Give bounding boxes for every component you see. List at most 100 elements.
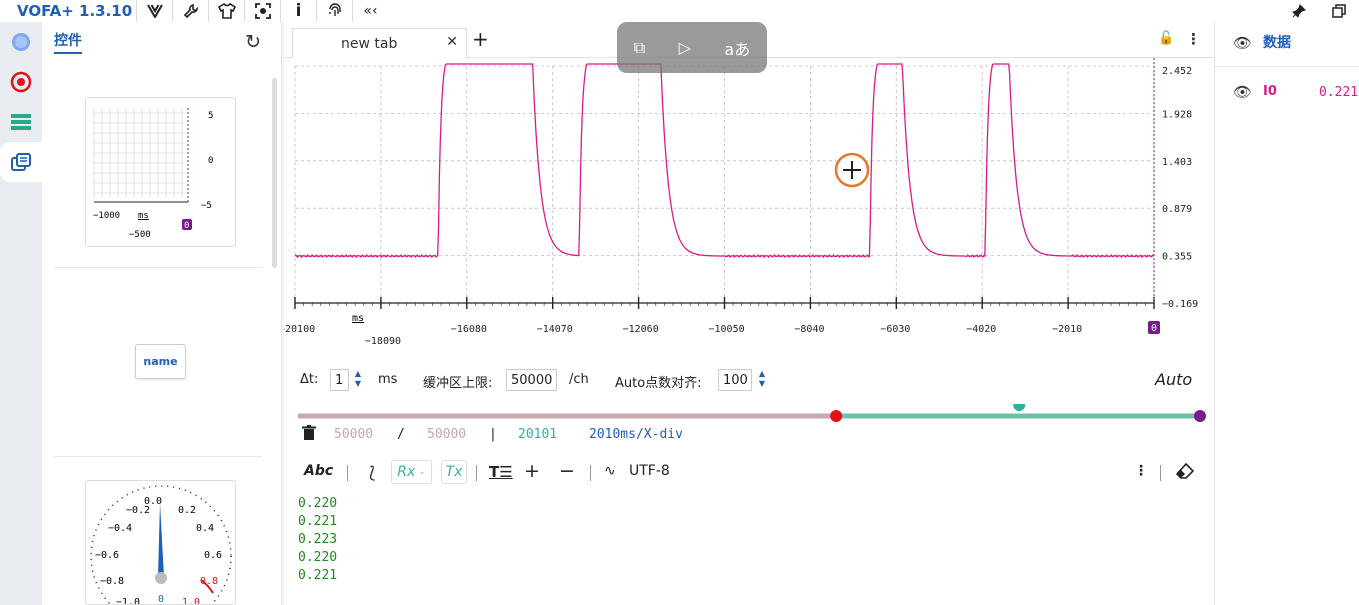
- range-handle-mid: [1013, 404, 1026, 411]
- channel-name: I0: [1263, 84, 1277, 99]
- x-tick-label: −18090: [365, 336, 401, 347]
- gauge: 0.0 −0.2 −0.4 −0.6 −0.8 −1.0 0.2 0.4 0.6…: [90, 485, 232, 605]
- buffer-status-row: 50000 / 50000 | 20101 2010ms/X-div: [284, 424, 1214, 446]
- layers-icon: [11, 153, 31, 171]
- trash-icon[interactable]: [302, 425, 316, 446]
- waveform-icon[interactable]: ∿: [604, 463, 616, 479]
- log-line: 0.220: [298, 550, 338, 565]
- y-tick-label: 1.403: [1162, 157, 1192, 168]
- gauge-value: 0: [158, 594, 164, 605]
- minus-icon[interactable]: −: [559, 460, 575, 482]
- data-panel: 👁 数据 👁 I0 0.221: [1214, 22, 1359, 605]
- encoding-select[interactable]: UTF-8: [629, 463, 670, 479]
- app-title: VOFA+ 1.3.10: [17, 2, 133, 20]
- waveform-plot[interactable]: −20100−18090−16080−14070−12060−10050−804…: [284, 58, 1214, 364]
- mini-cursor-label: 0: [184, 221, 189, 231]
- scrollbar[interactable]: [272, 78, 277, 268]
- name-button[interactable]: name: [135, 344, 186, 379]
- picture-in-picture-icon[interactable]: ⧉: [634, 38, 645, 58]
- gauge-tick: −0.6: [95, 550, 119, 561]
- add-tab-icon[interactable]: +: [472, 27, 489, 51]
- rail-record-button[interactable]: [0, 62, 42, 102]
- auto-button[interactable]: Auto: [1155, 370, 1192, 389]
- restore-icon[interactable]: [1319, 0, 1359, 22]
- x-tick-label: −8040: [794, 324, 824, 335]
- mini-chart: 5 0 −5 −1000 ms −500 0: [93, 108, 213, 240]
- play-sparkle-icon[interactable]: ▷: [679, 38, 691, 57]
- gauge-tick: −0.8: [100, 576, 124, 587]
- x-tick-label: −14070: [537, 324, 573, 335]
- eye-icon[interactable]: 👁: [1233, 83, 1252, 101]
- eye-icon[interactable]: 👁: [1233, 34, 1252, 52]
- text-toolbar: Abc ⟅ Rx ⌄ Tx T☰ + − ∿ UTF-8 ⋮: [284, 460, 1214, 486]
- rx-toggle[interactable]: Rx ⌄: [391, 460, 432, 484]
- gauge-tick: −0.4: [108, 523, 132, 534]
- y-tick-label: 0.355: [1162, 252, 1192, 263]
- vofa-logo-icon[interactable]: [136, 0, 172, 22]
- buffer-bar: |: [489, 427, 497, 442]
- x-unit-label: ms: [352, 313, 364, 324]
- shirt-icon[interactable]: [208, 0, 244, 22]
- x-tick-label: −12060: [623, 324, 659, 335]
- collapse-icon[interactable]: «‹: [352, 0, 388, 22]
- rail-widgets-button[interactable]: [0, 142, 42, 182]
- receive-log[interactable]: 0.220 0.221 0.223 0.220 0.221: [298, 495, 337, 585]
- more-vert-icon[interactable]: ⋮: [1134, 463, 1148, 479]
- mini-y-tick: 0: [208, 156, 213, 166]
- gauge-tick: 0.8: [200, 576, 218, 587]
- mini-chart-widget[interactable]: 5 0 −5 −1000 ms −500 0: [85, 97, 236, 247]
- more-vert-icon[interactable]: ⋮: [1186, 30, 1201, 48]
- align-input[interactable]: 100: [718, 369, 752, 391]
- close-icon[interactable]: ✕: [446, 34, 458, 50]
- channel-value: 0.221: [1319, 85, 1359, 100]
- fingerprint-icon[interactable]: [316, 0, 352, 22]
- range-handle-start: [830, 410, 843, 422]
- dt-spinner[interactable]: ▲ ▼: [351, 369, 365, 391]
- text-mode-button[interactable]: Abc: [304, 463, 333, 479]
- buffer-input[interactable]: 50000: [506, 369, 557, 391]
- mini-y-tick: −5: [201, 201, 212, 211]
- wrench-icon[interactable]: [172, 0, 208, 22]
- x-tick-label: −10050: [709, 324, 745, 335]
- log-line: 0.221: [298, 568, 338, 583]
- widgets-title: 控件: [54, 30, 82, 54]
- tab-new-tab[interactable]: new tab ✕: [292, 28, 467, 58]
- gauge-widget[interactable]: 0.0 −0.2 −0.4 −0.6 −0.8 −1.0 0.2 0.4 0.6…: [85, 480, 236, 605]
- pin-icon[interactable]: [1279, 0, 1319, 22]
- log-line: 0.221: [298, 514, 338, 529]
- y-tick-label: 2.452: [1162, 66, 1192, 77]
- plus-icon[interactable]: +: [524, 460, 540, 482]
- refresh-icon[interactable]: ↻: [245, 31, 261, 53]
- eraser-icon[interactable]: [1175, 462, 1195, 483]
- buffer-label: 缓冲区上限:: [423, 376, 493, 391]
- text-format-icon[interactable]: T☰: [489, 463, 513, 481]
- unlock-icon[interactable]: 🔓: [1158, 31, 1174, 46]
- controls-row: Δt: 1 ▲ ▼ ms 缓冲区上限: 50000 /ch Auto点数对齐: 1…: [284, 366, 1214, 394]
- dt-input[interactable]: 1: [330, 369, 349, 391]
- x-tick-label: −20100: [284, 324, 315, 335]
- align-spinner[interactable]: ▲ ▼: [755, 369, 769, 391]
- rail-list-button[interactable]: [0, 102, 42, 142]
- info-icon[interactable]: i: [280, 0, 316, 22]
- y-tick-label: −0.169: [1162, 299, 1198, 310]
- hook-icon[interactable]: ⟅: [369, 463, 375, 482]
- cursor-crosshair[interactable]: [834, 152, 870, 188]
- mini-x-unit: ms: [138, 211, 149, 221]
- left-rail: [0, 22, 42, 605]
- x-div-label: 2010ms/X-div: [589, 427, 683, 442]
- main-area: new tab ✕ + 🔓 ⋮ ⧉ ▷ aあ −20100−18090−1608…: [284, 22, 1214, 605]
- widgets-panel: 控件 ↻ 5 0 −5 −1000 ms −500 0 name 0.0 −0.…: [42, 22, 282, 605]
- points-count: 20101: [518, 427, 558, 442]
- rail-connection-button[interactable]: [0, 22, 42, 62]
- mini-y-tick: 5: [208, 111, 213, 121]
- dt-unit: ms: [378, 372, 398, 387]
- camera-scan-icon[interactable]: [244, 0, 280, 22]
- title-bar: VOFA+ 1.3.10 i «‹: [0, 0, 1359, 22]
- buffer-slash: /: [397, 427, 405, 442]
- buffer-count: 50000: [334, 427, 374, 442]
- tx-toggle[interactable]: Tx: [441, 460, 467, 484]
- translate-icon[interactable]: aあ: [724, 36, 750, 60]
- align-label: Auto点数对齐:: [615, 376, 702, 391]
- log-line: 0.220: [298, 496, 338, 511]
- video-overlay-toolbar: ⧉ ▷ aあ: [617, 22, 767, 73]
